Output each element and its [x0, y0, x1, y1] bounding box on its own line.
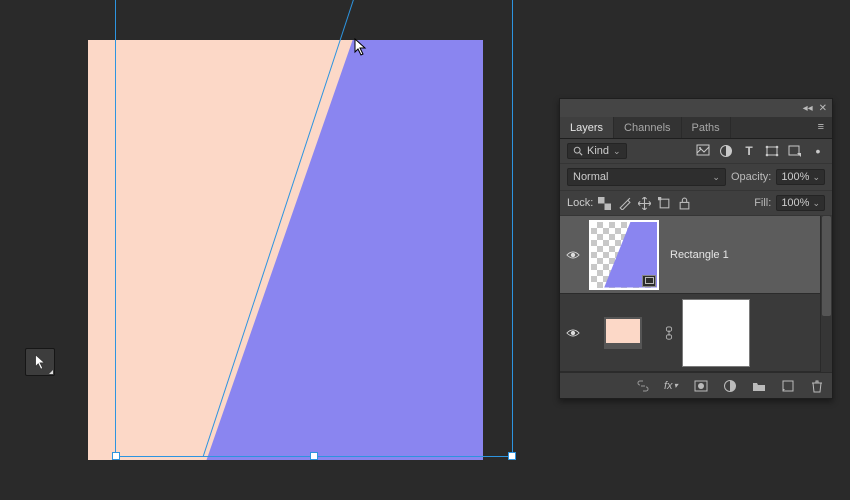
tab-channels[interactable]: Channels	[614, 117, 681, 138]
panel-tabs: Layers Channels Paths ≡	[560, 117, 832, 139]
fill-label: Fill:	[754, 197, 771, 209]
eye-icon	[566, 250, 580, 260]
layer-link-icon[interactable]	[660, 326, 678, 340]
close-icon[interactable]: ✕	[819, 103, 827, 114]
layer-row[interactable]: Rectangle 1	[560, 216, 820, 294]
collapse-icon[interactable]: ◂◂	[803, 103, 813, 114]
new-layer-button[interactable]	[780, 378, 795, 393]
blend-mode-dropdown[interactable]: Normal ⌄	[567, 168, 726, 186]
layer-thumbnail[interactable]	[590, 221, 658, 289]
search-icon	[573, 146, 583, 156]
filter-type-icons: T •	[696, 144, 825, 158]
blend-mode-value: Normal	[573, 171, 608, 183]
chevron-down-icon: ⌄	[812, 172, 820, 183]
filter-toggle-icon[interactable]: •	[811, 144, 825, 158]
lock-row: Lock: Fill: 100% ⌄	[560, 191, 832, 216]
layer-mask-button[interactable]	[693, 378, 708, 393]
layers-list: Rectangle 1	[560, 216, 832, 372]
lock-artboard-icon[interactable]	[658, 197, 671, 210]
arrow-cursor-icon	[33, 354, 47, 370]
filter-pixel-icon[interactable]	[696, 144, 710, 158]
delete-layer-button[interactable]	[809, 378, 824, 393]
layer-filter-row: Kind ⌄ T •	[560, 139, 832, 164]
visibility-toggle[interactable]	[560, 250, 586, 260]
lock-position-icon[interactable]	[638, 197, 651, 210]
chevron-down-icon: ⌄	[613, 146, 621, 157]
chevron-down-icon: ⌄	[812, 198, 820, 209]
link-layers-button[interactable]	[635, 378, 650, 393]
adjustment-layer-button[interactable]	[722, 378, 737, 393]
handle-bottom-right[interactable]	[508, 452, 516, 460]
layer-style-button[interactable]: fx▾	[664, 378, 679, 393]
layer-name[interactable]: Rectangle 1	[670, 249, 729, 261]
panel-titlebar[interactable]: ◂◂ ✕	[560, 99, 832, 117]
filter-type-icon[interactable]: T	[742, 144, 756, 158]
shape-layer[interactable]	[88, 40, 483, 460]
scroll-thumb[interactable]	[822, 216, 831, 316]
filter-shape-icon[interactable]	[765, 144, 779, 158]
filter-kind-label: Kind	[587, 145, 609, 157]
eye-icon	[566, 328, 580, 338]
tool-expand-indicator-icon	[49, 370, 53, 374]
group-button[interactable]	[751, 378, 766, 393]
opacity-value: 100%	[781, 171, 809, 183]
fill-input[interactable]: 100% ⌄	[776, 195, 825, 211]
blend-row: Normal ⌄ Opacity: 100% ⌄	[560, 164, 832, 191]
layer-mask-thumbnail[interactable]	[682, 299, 750, 367]
layer-row[interactable]	[560, 294, 820, 372]
direct-selection-tool-button[interactable]	[25, 348, 55, 376]
filter-adjust-icon[interactable]	[719, 144, 733, 158]
fill-value: 100%	[781, 197, 809, 209]
lock-transparency-icon[interactable]	[598, 197, 611, 210]
tab-layers[interactable]: Layers	[560, 117, 614, 138]
filter-kind-dropdown[interactable]: Kind ⌄	[567, 143, 627, 159]
rectangle-shape[interactable]	[88, 40, 483, 460]
chevron-down-icon: ⌄	[712, 172, 720, 183]
layers-scrollbar[interactable]	[820, 216, 832, 372]
tab-paths[interactable]: Paths	[682, 117, 731, 138]
vector-mask-badge-icon	[642, 275, 656, 287]
lock-label: Lock:	[567, 197, 593, 209]
canvas[interactable]	[88, 40, 483, 460]
layer-thumbnail[interactable]	[604, 317, 642, 349]
visibility-toggle[interactable]	[560, 328, 586, 338]
filter-smart-icon[interactable]	[788, 144, 802, 158]
opacity-input[interactable]: 100% ⌄	[776, 169, 825, 185]
layers-panel: ◂◂ ✕ Layers Channels Paths ≡ Kind ⌄ T • …	[559, 98, 833, 399]
layers-bottom-toolbar: fx▾	[560, 372, 832, 398]
panel-menu-icon[interactable]: ≡	[810, 117, 832, 138]
opacity-label: Opacity:	[731, 171, 771, 183]
lock-pixels-icon[interactable]	[618, 197, 631, 210]
lock-all-icon[interactable]	[678, 197, 691, 210]
